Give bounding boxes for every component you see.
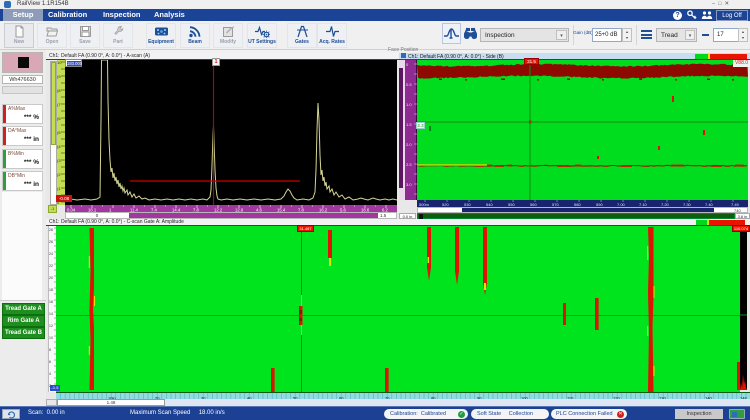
svg-text:(7: (7 xyxy=(57,102,61,107)
svg-text:20: 20 xyxy=(49,276,53,280)
svg-text:24: 24 xyxy=(49,252,53,256)
svg-text:10: 10 xyxy=(57,60,62,65)
svg-text:(5: (5 xyxy=(57,130,61,135)
svg-text:(2: (2 xyxy=(57,172,61,177)
svg-text:22: 22 xyxy=(49,264,53,268)
svg-text:18: 18 xyxy=(49,288,53,292)
svg-text:0.5: 0.5 xyxy=(406,82,412,87)
svg-text:0: 0 xyxy=(406,62,409,67)
svg-text:1.0: 1.0 xyxy=(406,102,412,107)
svg-text:4: 4 xyxy=(49,372,51,376)
svg-text:8: 8 xyxy=(49,348,51,352)
svg-text:1.5: 1.5 xyxy=(406,122,412,127)
svg-text:14: 14 xyxy=(49,312,53,316)
svg-text:(4: (4 xyxy=(57,144,61,149)
svg-text:10: 10 xyxy=(49,336,53,340)
svg-text:(8: (8 xyxy=(57,88,61,93)
svg-text:6: 6 xyxy=(49,360,51,364)
svg-text:(9: (9 xyxy=(57,74,61,79)
svg-text:26: 26 xyxy=(49,240,53,244)
svg-text:(1: (1 xyxy=(57,186,61,191)
svg-text:3.0: 3.0 xyxy=(406,182,412,187)
svg-text:2.5: 2.5 xyxy=(406,162,412,167)
svg-text:12: 12 xyxy=(49,324,53,328)
svg-text:(6: (6 xyxy=(57,116,61,121)
svg-text:(3: (3 xyxy=(57,158,61,163)
svg-text:2.0: 2.0 xyxy=(406,142,412,147)
svg-text:16: 16 xyxy=(49,300,53,304)
svg-text:28: 28 xyxy=(49,228,53,232)
